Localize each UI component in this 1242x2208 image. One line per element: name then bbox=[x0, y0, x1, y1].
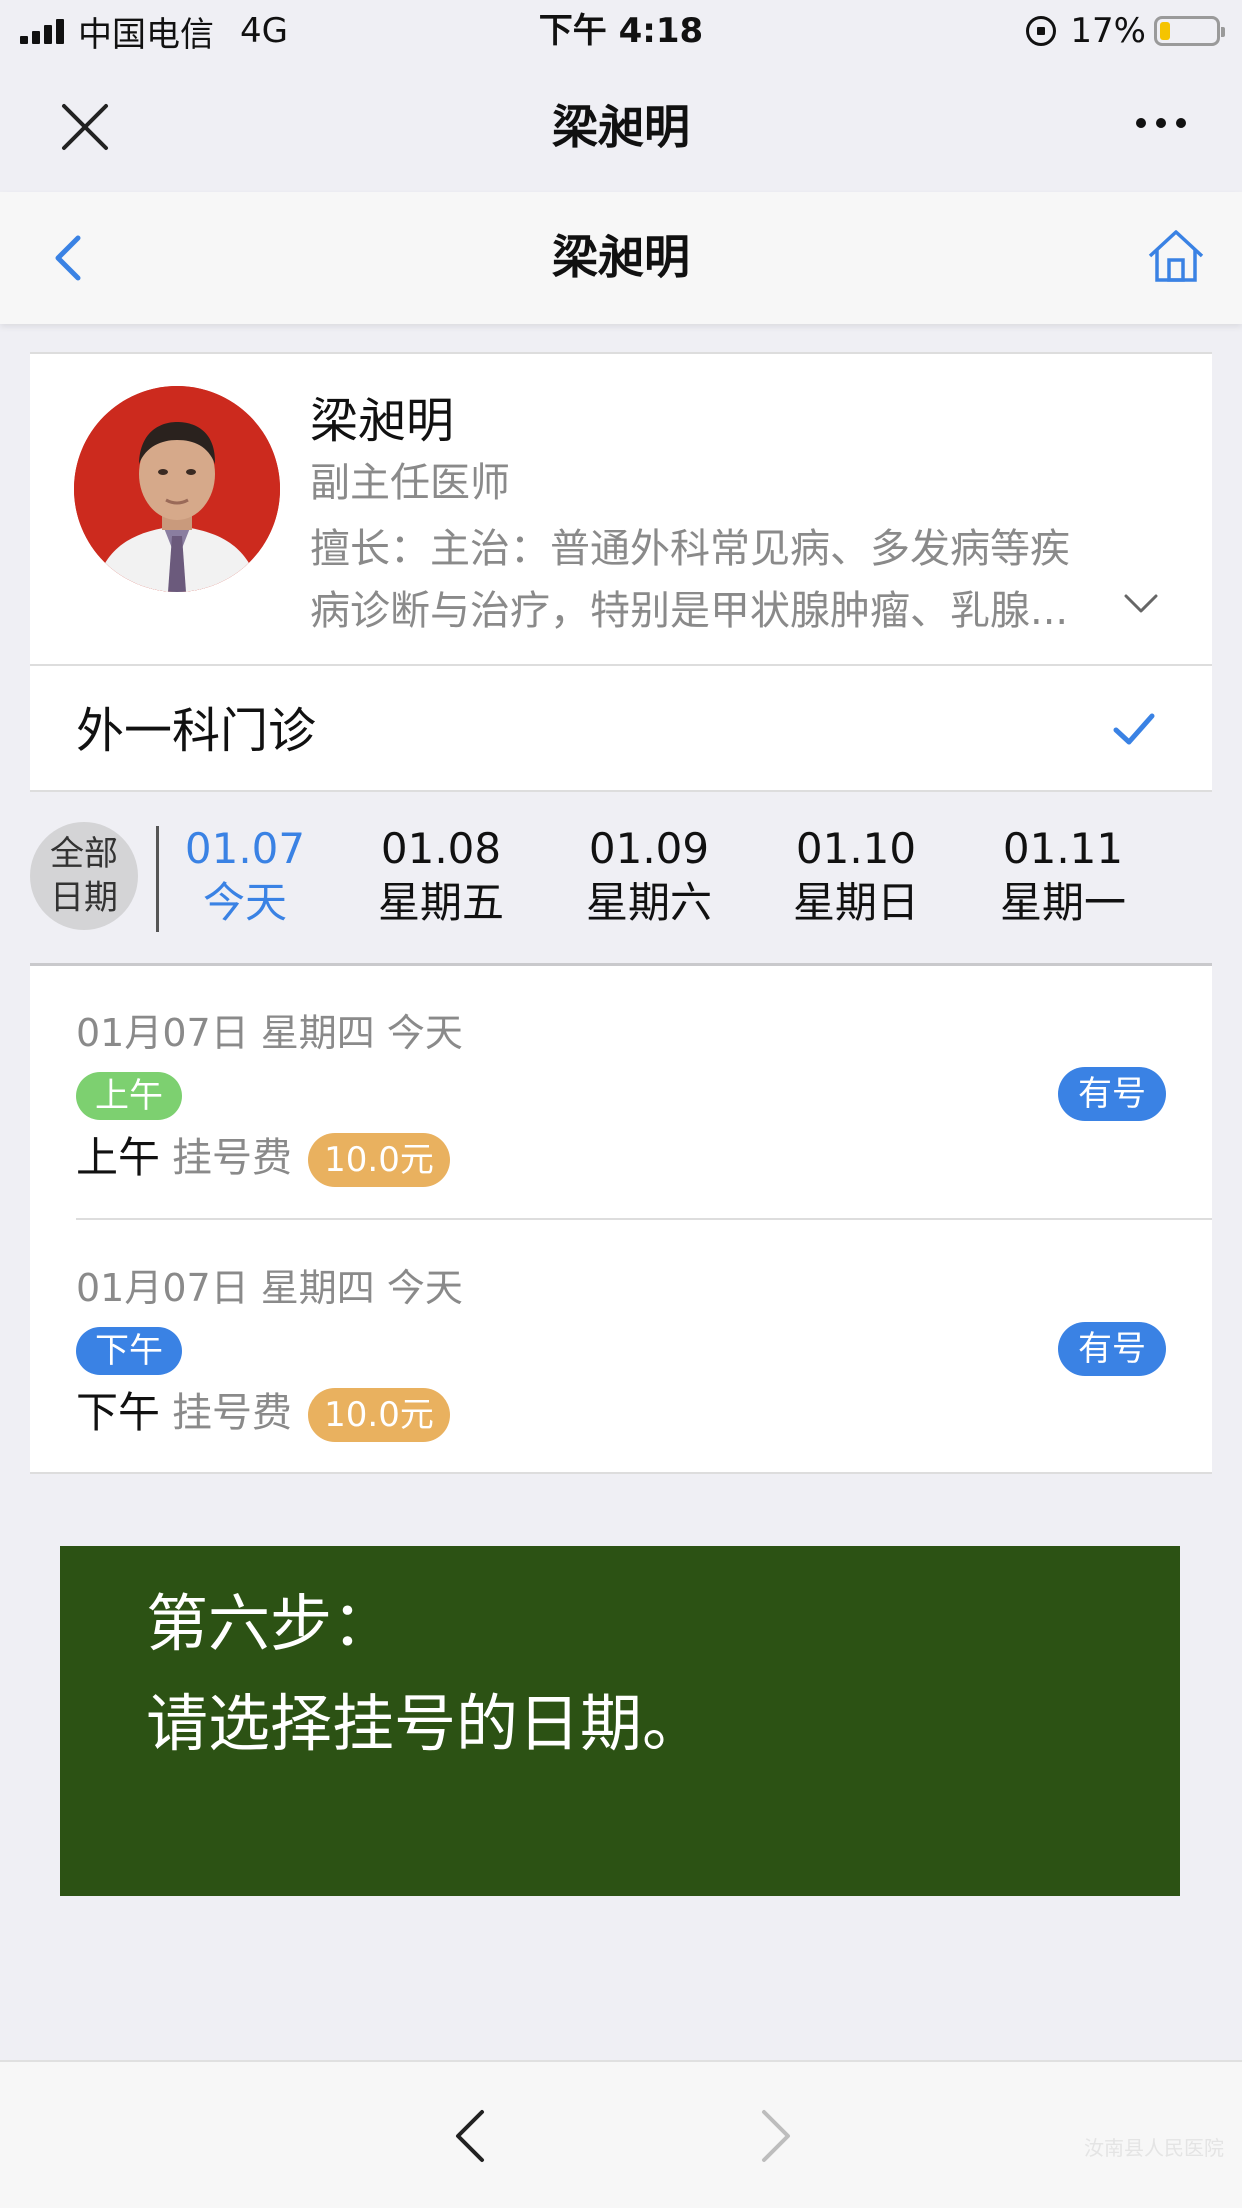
slot-divider bbox=[76, 1218, 1212, 1220]
doctor-avatar bbox=[74, 386, 280, 592]
all-dates-button[interactable]: 全部 日期 bbox=[30, 822, 138, 930]
slot-period-tag: 上午 bbox=[76, 1072, 182, 1120]
instruction-message: 请选择挂号的日期。 bbox=[146, 1687, 705, 1760]
availability-button[interactable]: 有号 bbox=[1058, 1322, 1166, 1376]
date-tab[interactable]: 01.11 星期一 bbox=[978, 822, 1148, 930]
all-dates-label: 日期 bbox=[50, 878, 118, 918]
availability-button[interactable]: 有号 bbox=[1058, 1067, 1166, 1121]
date-tab-day: 星期五 bbox=[377, 878, 504, 927]
slot-period-tag: 下午 bbox=[76, 1327, 182, 1375]
doctor-name: 梁昶明 bbox=[310, 393, 455, 449]
all-dates-label: 全部 bbox=[50, 834, 118, 874]
chevron-down-icon[interactable] bbox=[1122, 592, 1160, 616]
date-divider bbox=[156, 826, 159, 932]
slot-period: 上午 bbox=[76, 1133, 161, 1182]
page-title: 梁昶明 bbox=[552, 230, 690, 284]
date-tab[interactable]: 01.10 星期日 bbox=[771, 822, 941, 930]
date-tab[interactable]: 01.08 星期五 bbox=[356, 822, 526, 930]
wechat-title: 梁昶明 bbox=[552, 100, 690, 154]
date-tab-day: 星期六 bbox=[585, 878, 712, 927]
date-tab-day: 今天 bbox=[202, 878, 287, 927]
more-icon[interactable] bbox=[1136, 118, 1186, 128]
slot-fee-badge: 10.0元 bbox=[308, 1388, 450, 1442]
doctor-specialty-line: 病诊断与治疗，特别是甲状腺肿瘤、乳腺... bbox=[310, 588, 1069, 634]
watermark: 汝南县人民医院 bbox=[1084, 2136, 1224, 2160]
instruction-step: 第六步： bbox=[146, 1587, 395, 1660]
date-tab-day: 星期一 bbox=[999, 878, 1126, 927]
slot-date: 01月07日 星期四 今天 bbox=[76, 1011, 463, 1055]
date-tab-date: 01.09 bbox=[588, 824, 710, 873]
battery-icon bbox=[1154, 16, 1225, 46]
check-icon bbox=[1113, 713, 1155, 745]
instruction-text: 第六步： 请选择挂号的日期。 bbox=[146, 1574, 1146, 1774]
date-tab-date: 01.10 bbox=[795, 824, 917, 873]
chevron-left-icon[interactable] bbox=[452, 2108, 488, 2164]
status-right: 17% bbox=[1026, 8, 1225, 54]
bottom-toolbar bbox=[0, 2060, 1242, 2208]
slot-fee-badge: 10.0元 bbox=[308, 1133, 450, 1187]
doctor-title: 副主任医师 bbox=[310, 460, 510, 506]
battery-percent: 17% bbox=[1070, 11, 1146, 51]
date-tab[interactable]: 01.07 今天 bbox=[160, 822, 330, 930]
date-tab-date: 01.11 bbox=[1002, 824, 1124, 873]
doctor-specialty: 擅长：主治：普通外科常见病、多发病等疾 病诊断与治疗，特别是甲状腺肿瘤、乳腺..… bbox=[310, 518, 1140, 642]
doctor-specialty-line: 擅长：主治：普通外科常见病、多发病等疾 bbox=[310, 526, 1070, 572]
slot-fee-label: 挂号费 bbox=[172, 1135, 292, 1181]
date-tab-date: 01.08 bbox=[380, 824, 502, 873]
chevron-right-icon[interactable] bbox=[758, 2108, 794, 2164]
date-tab[interactable]: 01.09 星期六 bbox=[564, 822, 734, 930]
date-tab-day: 星期日 bbox=[792, 878, 919, 927]
slot-fee-label: 挂号费 bbox=[172, 1390, 292, 1436]
slot-period: 下午 bbox=[76, 1388, 161, 1437]
home-icon[interactable] bbox=[1146, 226, 1206, 286]
date-tab-date: 01.07 bbox=[184, 824, 306, 873]
department-name: 外一科门诊 bbox=[76, 703, 317, 759]
rotation-lock-icon bbox=[1026, 16, 1057, 46]
slot-date: 01月07日 星期四 今天 bbox=[76, 1266, 463, 1310]
